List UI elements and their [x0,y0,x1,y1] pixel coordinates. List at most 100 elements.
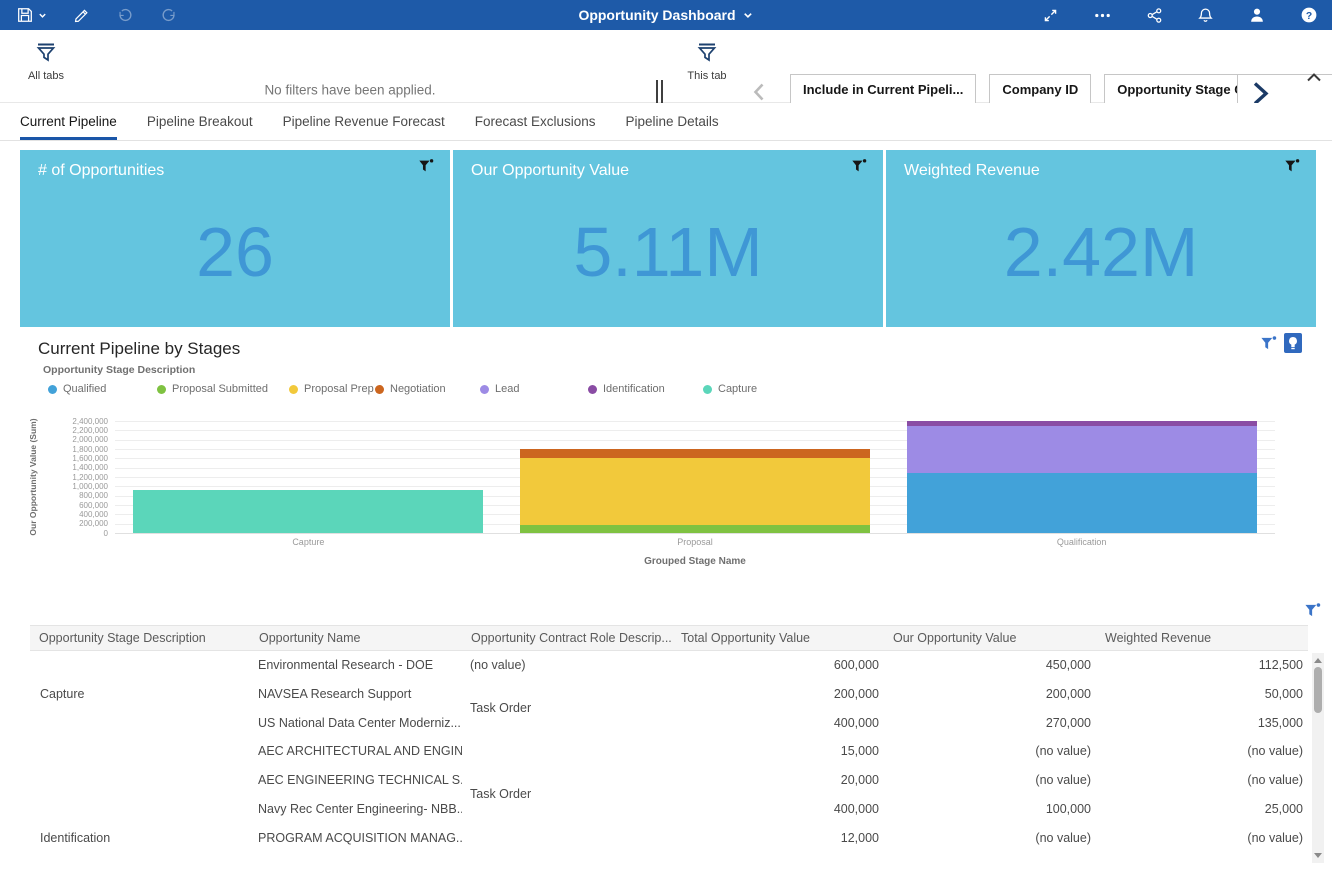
legend-item-negotiation[interactable]: Negotiation [375,383,446,395]
table-cell-total: 20,000 [672,766,884,795]
x-axis-title: Grouped Stage Name [115,556,1275,567]
filter-chip-label: Company ID [990,75,1090,105]
filter-chip-company-id[interactable]: Company ID [989,74,1091,106]
bar-segment-qualification-lead[interactable] [907,426,1257,473]
chart-plot-area [115,421,1275,533]
all-tabs-filter-button[interactable]: All tabs [6,42,86,82]
more-options-button[interactable] [1087,0,1118,30]
filter-funnel-applied-icon [851,158,867,174]
stage-group-cell: Capture [30,651,250,737]
chart-legend: QualifiedProposal SubmittedProposal Prep… [20,383,1316,397]
bar-segment-qualification-identification[interactable] [907,421,1257,426]
expand-button[interactable] [1036,0,1065,30]
tab-pipeline-details[interactable]: Pipeline Details [626,103,719,140]
table-cell-our: (no value) [884,824,1096,853]
page-title: Opportunity Dashboard [578,7,735,23]
share-icon [1146,7,1163,24]
column-header-opportunity-stage-description[interactable]: Opportunity Stage Description [30,626,250,650]
role-group-label: (no value) [462,651,672,680]
collapse-chevron-up-icon [1306,72,1322,83]
tab-pipeline-breakout[interactable]: Pipeline Breakout [147,103,253,140]
table-cell-total: 400,000 [672,709,884,738]
redo-button[interactable] [154,0,184,30]
table-filter-button[interactable] [1304,602,1321,624]
dashboard-title-menu[interactable]: Opportunity Dashboard [578,0,753,30]
tab-forecast-exclusions[interactable]: Forecast Exclusions [475,103,596,140]
legend-item-identification[interactable]: Identification [588,383,665,395]
collapse-filter-bar-button[interactable] [1306,70,1322,88]
y-tick-label: 1,000,000 [20,482,108,491]
role-group-cell: Task Order [462,737,672,852]
column-header-weighted-revenue[interactable]: Weighted Revenue [1096,626,1308,650]
y-axis-ticks: 2,400,0002,200,0002,000,0001,800,0001,60… [20,332,108,582]
insights-button[interactable] [1284,333,1302,353]
legend-label: Proposal Prep [304,383,374,395]
column-header-opportunity-name[interactable]: Opportunity Name [250,626,462,650]
role-group-label: Task Order [462,780,672,809]
legend-item-proposal-prep[interactable]: Proposal Prep [289,383,374,395]
table-cell-our: 200,000 [884,680,1096,709]
table-cell-weighted: 50,000 [1096,680,1308,709]
filter-funnel-applied-icon [1260,335,1277,352]
table-cell-weighted: 112,500 [1096,651,1308,680]
chart-filter-button[interactable] [1260,335,1277,357]
scroll-up-arrow-icon[interactable] [1314,658,1322,663]
legend-dot [588,385,597,394]
dashboard-tab-bar: Current Pipeline Pipeline Breakout Pipelin… [0,103,1332,141]
splitter-handle[interactable] [656,80,663,104]
table-cell-weighted: (no value) [1096,766,1308,795]
table-cell-weighted: 25,000 [1096,795,1308,824]
legend-label: Lead [495,383,519,395]
x-category-label: Capture [292,537,324,547]
scrollbar-thumb[interactable] [1314,667,1322,713]
legend-dot [289,385,298,394]
bar-segment-capture-capture[interactable] [133,490,483,533]
expand-icon [1042,7,1059,24]
kpi-filter-button[interactable] [851,158,867,179]
filter-funnel-icon [35,42,57,63]
legend-item-capture[interactable]: Capture [703,383,757,395]
kpi-filter-button[interactable] [418,158,434,179]
bar-segment-proposal-proposal-prep[interactable] [520,458,870,524]
chevron-left-icon [752,82,766,102]
kpi-row: # of Opportunities26Our Opportunity Valu… [20,150,1316,327]
redo-icon [160,6,178,24]
edit-pencil-button[interactable] [67,0,96,30]
notifications-bell-icon [1197,7,1214,24]
column-header-total-opportunity-value[interactable]: Total Opportunity Value [672,626,884,650]
kpi-value: 26 [20,216,450,288]
kpi-filter-button[interactable] [1284,158,1300,179]
legend-item-lead[interactable]: Lead [480,383,519,395]
scroll-down-arrow-icon[interactable] [1314,853,1322,858]
help-button[interactable]: ? [1294,0,1324,30]
legend-label: Negotiation [390,383,446,395]
table-cell-our: 450,000 [884,651,1096,680]
svg-text:?: ? [1306,11,1312,22]
table-cell-weighted: (no value) [1096,824,1308,853]
share-button[interactable] [1140,0,1169,30]
x-category-label: Qualification [1057,537,1107,547]
tab-current-pipeline[interactable]: Current Pipeline [20,103,117,140]
legend-item-proposal-submitted[interactable]: Proposal Submitted [157,383,268,395]
this-tab-filter-button[interactable]: This tab [667,42,747,82]
more-options-icon [1093,6,1112,25]
table-cell-opportunity-name: AEC ARCHITECTURAL AND ENGIN... [250,737,462,766]
bar-segment-proposal-proposal-submitted[interactable] [520,525,870,533]
bar-segment-qualification-qualified[interactable] [907,473,1257,533]
account-button[interactable] [1242,0,1272,30]
notifications-button[interactable] [1191,0,1220,30]
table-cell-total: 15,000 [672,737,884,766]
undo-button[interactable] [110,0,140,30]
tab-pipeline-revenue-forecast[interactable]: Pipeline Revenue Forecast [283,103,445,140]
role-group-label: Task Order [462,694,672,723]
table-cell-opportunity-name: US National Data Center Moderniz... [250,709,462,738]
stage-group-label: Capture [30,680,250,709]
save-button[interactable] [10,0,53,30]
app-toolbar: Opportunity Dashboard [0,0,1332,30]
bar-segment-proposal-negotiation[interactable] [520,449,870,458]
table-cell-total: 600,000 [672,651,884,680]
table-scrollbar[interactable] [1312,653,1324,863]
column-header-opportunity-contract-role-descrip[interactable]: Opportunity Contract Role Descrip... [462,626,672,650]
legend-dot [375,385,384,394]
column-header-our-opportunity-value[interactable]: Our Opportunity Value [884,626,1096,650]
